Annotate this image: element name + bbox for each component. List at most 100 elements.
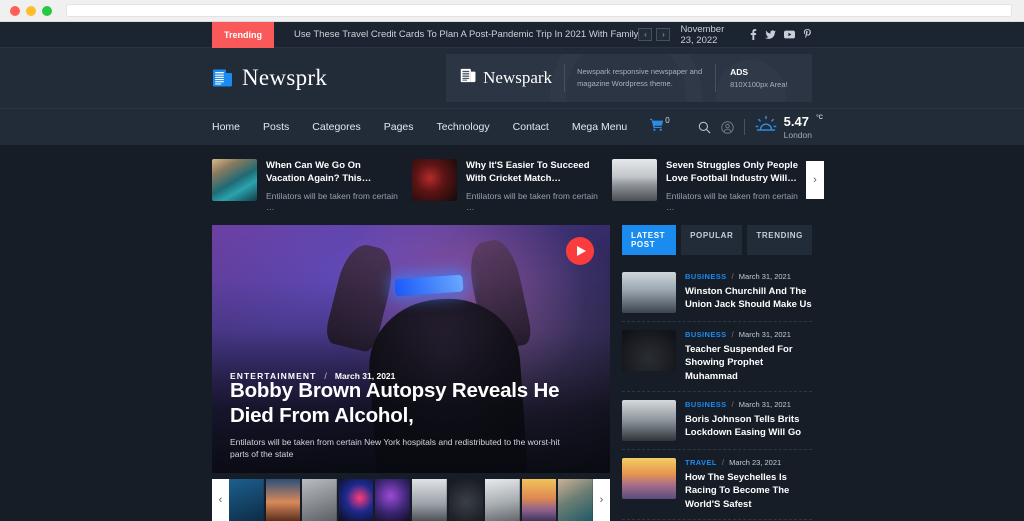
browser-chrome	[0, 0, 1024, 22]
nav-item-mega-menu[interactable]: Mega Menu	[572, 121, 627, 133]
hero-column: ENTERTAINMENT / March 31, 2021 Bobby Bro…	[212, 225, 610, 521]
post-category[interactable]: BUSINESS	[685, 272, 727, 281]
search-icon[interactable]	[698, 121, 711, 134]
nav-item-technology[interactable]: Technology	[437, 121, 490, 133]
weather-unit: °C	[816, 114, 823, 121]
carousel-prev-button[interactable]: ‹	[212, 479, 229, 521]
post-thumbnail	[622, 272, 676, 314]
post-meta: BUSINESS / March 31, 2021	[685, 272, 812, 281]
tab-popular[interactable]: POPULAR	[681, 225, 743, 256]
nav-item-pages[interactable]: Pages	[384, 121, 414, 133]
sidebar-post-item[interactable]: BUSINESS / March 31, 2021 Teacher Suspen…	[622, 322, 812, 392]
hero-title[interactable]: Bobby Brown Autopsy Reveals He Died From…	[230, 378, 588, 429]
carousel-next-button[interactable]: ›	[593, 479, 610, 521]
carousel-thumbnail[interactable]	[302, 479, 337, 521]
post-thumbnail	[622, 330, 676, 372]
carousel-thumbnail[interactable]	[485, 479, 520, 521]
pinterest-icon[interactable]	[803, 29, 812, 40]
youtube-icon[interactable]	[784, 30, 795, 39]
ad-divider	[564, 64, 566, 92]
main-grid: ENTERTAINMENT / March 31, 2021 Bobby Bro…	[212, 225, 812, 521]
main-navigation-bar: Home Posts Categores Pages Technology Co…	[0, 108, 1024, 145]
tab-latest-post[interactable]: LATEST POST	[622, 225, 677, 256]
post-title[interactable]: Winston Churchill And The Union Jack Sho…	[685, 285, 812, 312]
close-window-button[interactable]	[10, 5, 20, 16]
carousel-thumbnail[interactable]	[448, 479, 484, 521]
carousel-thumbnail[interactable]	[558, 479, 593, 521]
post-title[interactable]: Boris Johnson Tells Brits Lockdown Easin…	[685, 413, 812, 440]
post-date: March 31, 2021	[738, 272, 791, 282]
featured-post-strip: When Can We Go On Vacation Again? This… …	[212, 145, 824, 225]
hero-featured-post[interactable]: ENTERTAINMENT / March 31, 2021 Bobby Bro…	[212, 225, 610, 474]
weather-city: London	[783, 129, 812, 140]
strip-title: Seven Struggles Only People Love Footbal…	[666, 160, 798, 185]
play-button[interactable]	[566, 237, 594, 266]
carousel-track	[229, 479, 593, 521]
nav-item-categores[interactable]: Categores	[312, 121, 360, 133]
cart-button[interactable]: 0	[650, 116, 670, 136]
current-date: November 23, 2022	[680, 23, 725, 46]
post-category[interactable]: BUSINESS	[685, 400, 727, 409]
post-meta: BUSINESS / March 31, 2021	[685, 330, 812, 339]
sidebar-post-item[interactable]: TRAVEL / March 23, 2021 How The Seychell…	[622, 450, 812, 520]
post-title[interactable]: Teacher Suspended For Showing Prophet Mu…	[685, 343, 812, 383]
strip-title: Why It'S Easier To Succeed With Cricket …	[466, 160, 590, 185]
nav-item-posts[interactable]: Posts	[263, 121, 289, 133]
site-logo-text: Newsprk	[242, 65, 328, 90]
website: Trending Use These Travel Credit Cards T…	[0, 22, 1024, 521]
nav-item-home[interactable]: Home	[212, 121, 240, 133]
trending-prev-button[interactable]: ‹	[638, 28, 653, 41]
cart-count-badge: 0	[665, 116, 670, 125]
carousel-thumbnail[interactable]	[338, 479, 374, 521]
nav-right-group: 5.47 °C London	[698, 113, 823, 140]
ad-size: 810X100px Area!	[730, 80, 788, 89]
address-bar[interactable]	[66, 4, 1012, 17]
user-icon[interactable]	[720, 120, 734, 134]
page-content: When Can We Go On Vacation Again? This… …	[0, 145, 1024, 521]
strip-card[interactable]: When Can We Go On Vacation Again? This… …	[212, 159, 402, 213]
facebook-icon[interactable]	[750, 29, 757, 40]
social-links	[750, 29, 812, 40]
post-title[interactable]: How The Seychelles Is Racing To Become T…	[685, 471, 812, 511]
strip-title: When Can We Go On Vacation Again? This…	[266, 160, 372, 185]
cart-icon	[650, 118, 664, 136]
topbar-right-group: ‹ › November 23, 2022	[638, 24, 812, 46]
post-separator: /	[731, 272, 734, 282]
strip-card[interactable]: Why It'S Easier To Succeed With Cricket …	[412, 159, 602, 213]
site-logo[interactable]: Newsprk	[212, 65, 327, 91]
header-ad-banner[interactable]: Newspark Newspark responsive newspaper a…	[446, 54, 812, 102]
strip-card[interactable]: Seven Struggles Only People Love Footbal…	[612, 159, 802, 213]
sidebar-post-item[interactable]: BUSINESS / March 31, 2021 Winston Church…	[622, 264, 812, 323]
post-date: March 31, 2021	[738, 330, 791, 340]
sunrise-icon	[755, 115, 777, 140]
strip-next-button[interactable]: ›	[806, 161, 824, 199]
sidebar-tabs: LATEST POST POPULAR TRENDING	[622, 225, 812, 256]
nav-item-contact[interactable]: Contact	[513, 121, 549, 133]
strip-description: Entilators will be taken from certain …	[666, 190, 798, 213]
carousel-thumbnail[interactable]	[229, 479, 264, 521]
maximize-window-button[interactable]	[42, 5, 52, 16]
carousel-thumbnail[interactable]	[375, 479, 410, 521]
page-viewport: Trending Use These Travel Credit Cards T…	[0, 22, 1024, 521]
post-category[interactable]: TRAVEL	[685, 458, 717, 467]
trending-nav-arrows: ‹ ›	[638, 28, 671, 41]
strip-thumbnail	[612, 159, 657, 201]
weather-temperature-value: 5.47	[783, 113, 809, 129]
strip-description: Entilators will be taken from certain …	[466, 190, 598, 213]
post-date: March 31, 2021	[738, 399, 791, 409]
carousel-thumbnail[interactable]	[521, 479, 557, 521]
sidebar-post-item[interactable]: BUSINESS / March 31, 2021 Boris Johnson …	[622, 392, 812, 450]
sidebar: LATEST POST POPULAR TRENDING BUSINESS / …	[622, 225, 812, 521]
site-header: Newsprk Newspark Newspark responsive new…	[0, 48, 1024, 108]
twitter-icon[interactable]	[765, 29, 776, 40]
trending-headline[interactable]: Use These Travel Credit Cards To Plan A …	[294, 29, 638, 40]
minimize-window-button[interactable]	[26, 5, 36, 16]
trending-next-button[interactable]: ›	[656, 28, 671, 41]
weather-temperature: 5.47 °C	[783, 113, 823, 129]
carousel-thumbnail[interactable]	[265, 479, 301, 521]
carousel-thumbnail[interactable]	[411, 479, 447, 521]
post-category[interactable]: BUSINESS	[685, 330, 727, 339]
trending-topbar: Trending Use These Travel Credit Cards T…	[0, 22, 1024, 48]
ad-divider-2	[715, 64, 717, 92]
tab-trending[interactable]: TRENDING	[747, 225, 812, 256]
